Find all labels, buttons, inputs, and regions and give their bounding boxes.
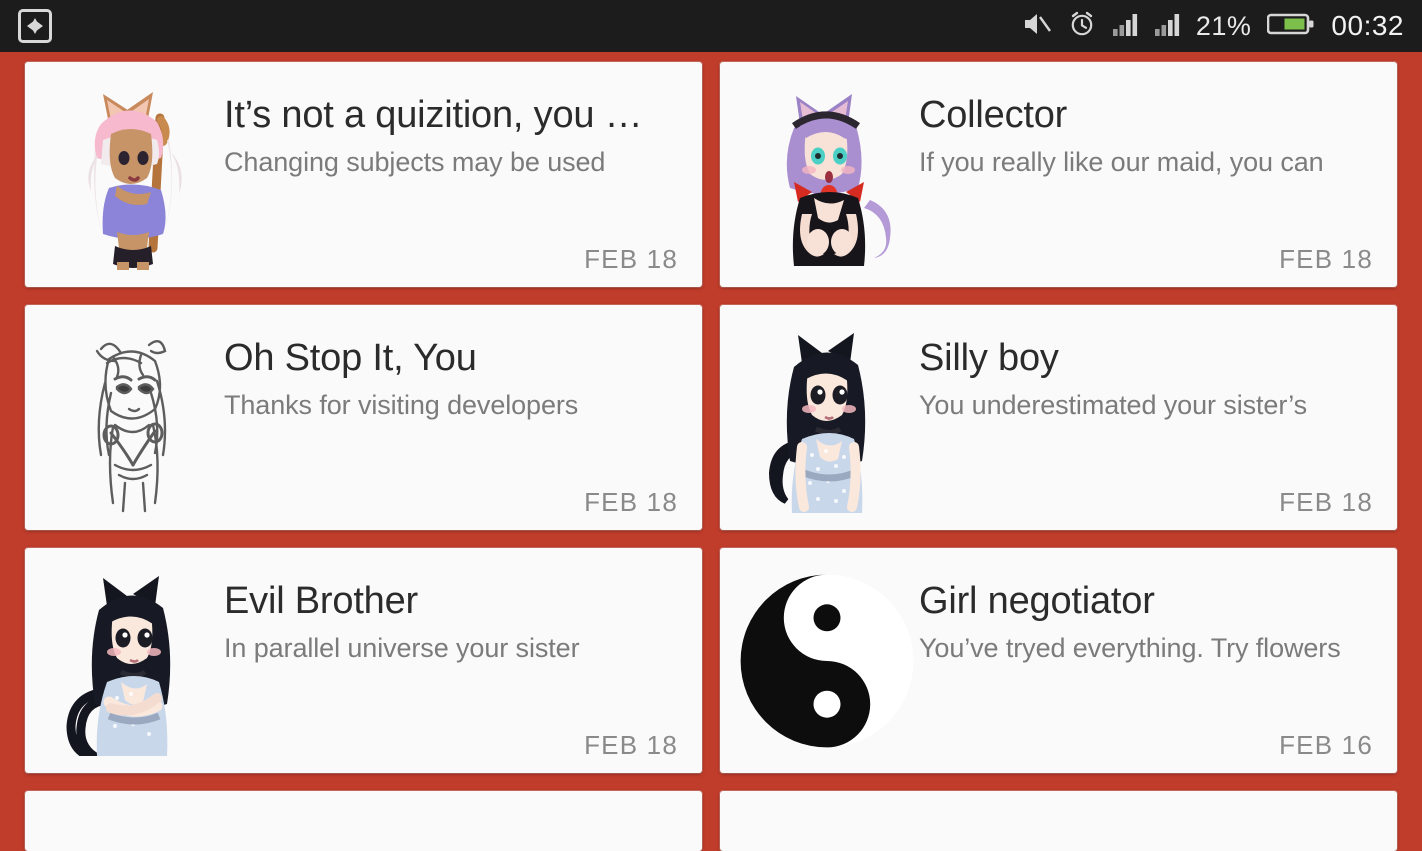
catgirl-purple-maid-icon <box>786 93 891 266</box>
notification-card[interactable]: Oh Stop It, You Thanks for visiting deve… <box>25 305 702 530</box>
card-date: FEB 18 <box>1279 487 1373 517</box>
card-thumbnail <box>734 556 919 765</box>
card-title: Oh Stop It, You <box>224 339 477 379</box>
battery-icon <box>1267 11 1315 42</box>
card-subtitle: If you really like our maid, you can <box>919 147 1324 177</box>
card-date: FEB 18 <box>584 244 678 274</box>
notification-card[interactable]: Silly boy You underestimated your sister… <box>720 305 1397 530</box>
notification-card-grid: It’s not a quizition, you … Changing sub… <box>0 52 1422 851</box>
card-thumbnail <box>39 556 224 765</box>
card-title: Silly boy <box>919 339 1059 379</box>
notification-card[interactable]: Collector If you really like our maid, y… <box>720 62 1397 287</box>
card-body: Oh Stop It, You Thanks for visiting deve… <box>224 313 678 522</box>
notification-card[interactable] <box>25 791 702 851</box>
signal-bars-icon-1 <box>1112 11 1138 42</box>
card-subtitle: You underestimated your sister’s <box>919 390 1308 420</box>
status-bar: 21% 00:32 <box>0 0 1422 52</box>
card-body: Evil Brother In parallel universe your s… <box>224 556 678 765</box>
card-subtitle: You’ve tryed everything. Try flowers <box>919 633 1341 663</box>
card-row-partial <box>25 791 1397 851</box>
card-thumbnail <box>734 70 919 279</box>
card-thumbnail <box>39 313 224 522</box>
card-body: Collector If you really like our maid, y… <box>919 70 1373 279</box>
notification-card[interactable]: It’s not a quizition, you … Changing sub… <box>25 62 702 287</box>
card-date: FEB 16 <box>1279 730 1373 760</box>
card-title: Collector <box>919 96 1068 136</box>
card-row: Evil Brother In parallel universe your s… <box>25 548 1397 773</box>
card-title: Evil Brother <box>224 582 419 622</box>
status-bar-right: 21% 00:32 <box>1022 10 1404 43</box>
card-thumbnail <box>39 70 224 279</box>
card-title: It’s not a quizition, you … <box>224 96 643 136</box>
card-row: Oh Stop It, You Thanks for visiting deve… <box>25 305 1397 530</box>
catgirl-black-hair-dress-icon <box>768 332 865 513</box>
mute-icon <box>1022 11 1052 42</box>
card-subtitle: Thanks for visiting developers <box>224 390 579 420</box>
card-subtitle: In parallel universe your sister <box>224 633 580 663</box>
notification-card[interactable]: Evil Brother In parallel universe your s… <box>25 548 702 773</box>
alarm-clock-icon <box>1068 10 1096 43</box>
card-body: It’s not a quizition, you … Changing sub… <box>224 70 678 279</box>
card-body: Silly boy You underestimated your sister… <box>919 313 1373 522</box>
catgirl-black-hair-tail-icon <box>65 575 170 756</box>
card-title: Girl negotiator <box>919 582 1155 622</box>
notification-card[interactable]: Girl negotiator You’ve tryed everything.… <box>720 548 1397 773</box>
clock-label: 00:32 <box>1331 10 1404 41</box>
catgirl-pink-hair-icon <box>87 91 182 270</box>
card-row: It’s not a quizition, you … Changing sub… <box>25 62 1397 287</box>
signal-bars-icon-2 <box>1154 11 1180 42</box>
battery-percent-label: 21% <box>1195 10 1252 41</box>
card-date: FEB 18 <box>584 730 678 760</box>
card-date: FEB 18 <box>584 487 678 517</box>
card-date: FEB 18 <box>1279 244 1373 274</box>
card-subtitle: Changing subjects may be used <box>224 147 606 177</box>
catgirl-sketch-white-icon <box>95 339 166 512</box>
card-thumbnail <box>734 313 919 522</box>
yin-yang-icon <box>740 574 913 747</box>
card-body: Girl negotiator You’ve tryed everything.… <box>919 556 1373 765</box>
notification-card[interactable] <box>720 791 1397 851</box>
screenshot-capture-icon[interactable] <box>18 9 52 43</box>
status-bar-left <box>18 9 52 43</box>
